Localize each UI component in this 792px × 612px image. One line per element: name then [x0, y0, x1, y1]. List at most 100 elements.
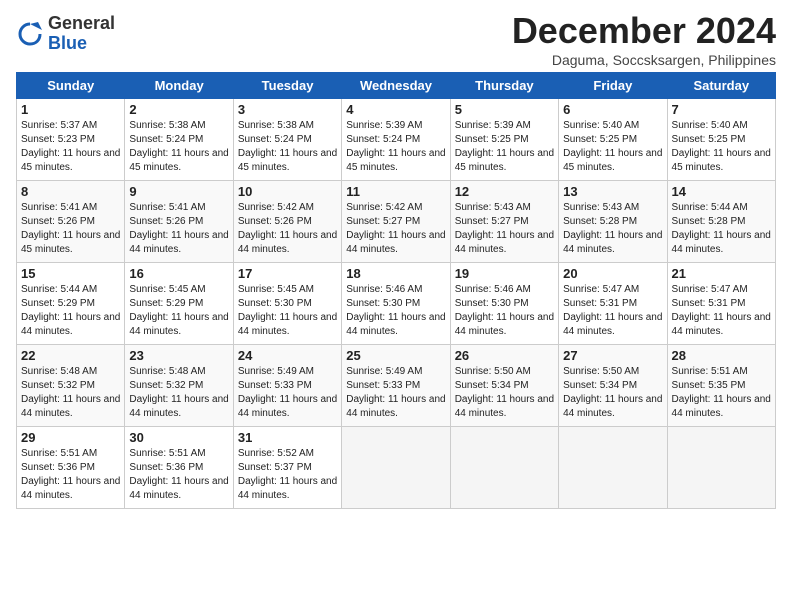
calendar-cell: 22 Sunrise: 5:48 AMSunset: 5:32 PMDayligh…: [17, 345, 125, 427]
calendar-cell: 5Sunrise: 5:39 AMSunset: 5:25 PMDaylight…: [450, 99, 558, 181]
cell-details: Sunrise: 5:44 AMSunset: 5:28 PMDaylight:…: [672, 201, 771, 257]
week-row-4: 22 Sunrise: 5:48 AMSunset: 5:32 PMDayligh…: [17, 345, 776, 427]
day-header-tuesday: Tuesday: [233, 73, 341, 99]
cell-details: Sunrise: 5:46 AMSunset: 5:30 PMDaylight:…: [455, 283, 554, 339]
cell-details: Sunrise: 5:42 AMSunset: 5:26 PMDaylight:…: [238, 201, 337, 257]
cell-details: Sunrise: 5:46 AMSunset: 5:30 PMDaylight:…: [346, 283, 445, 339]
cell-details: Sunrise: 5:40 AMSunset: 5:25 PMDaylight:…: [672, 119, 771, 175]
logo-general: General: [48, 13, 115, 33]
day-number: 1: [21, 102, 120, 117]
days-header-row: SundayMondayTuesdayWednesdayThursdayFrid…: [17, 73, 776, 99]
day-number: 26: [455, 348, 554, 363]
day-number: 29: [21, 430, 120, 445]
calendar-cell: 13 Sunrise: 5:43 AMSunset: 5:28 PMDayligh…: [559, 181, 667, 263]
calendar-cell: 14 Sunrise: 5:44 AMSunset: 5:28 PMDayligh…: [667, 181, 775, 263]
day-number: 13: [563, 184, 662, 199]
day-number: 25: [346, 348, 445, 363]
day-number: 23: [129, 348, 228, 363]
calendar-cell: 1 Sunrise: 5:37 AMSunset: 5:23 PMDaylight…: [17, 99, 125, 181]
cell-details: Sunrise: 5:47 AMSunset: 5:31 PMDaylight:…: [563, 283, 662, 339]
logo-icon: [16, 20, 44, 48]
cell-details: Sunrise: 5:48 AMSunset: 5:32 PMDaylight:…: [129, 365, 228, 421]
page: General Blue December 2024 Daguma, Soccs…: [0, 0, 792, 612]
cell-details: Sunrise: 5:39 AMSunset: 5:24 PMDaylight:…: [346, 119, 445, 175]
cell-details: Sunrise: 5:49 AMSunset: 5:33 PMDaylight:…: [238, 365, 337, 421]
day-number: 9: [129, 184, 228, 199]
week-row-5: 29 Sunrise: 5:51 AMSunset: 5:36 PMDayligh…: [17, 427, 776, 509]
cell-details: Sunrise: 5:51 AMSunset: 5:36 PMDaylight:…: [129, 447, 228, 503]
calendar-cell: [667, 427, 775, 509]
day-number: 4: [346, 102, 445, 117]
cell-details: Sunrise: 5:48 AMSunset: 5:32 PMDaylight:…: [21, 365, 120, 421]
day-number: 7: [672, 102, 771, 117]
cell-details: Sunrise: 5:45 AMSunset: 5:30 PMDaylight:…: [238, 283, 337, 339]
title-block: December 2024 Daguma, Soccsksargen, Phil…: [512, 10, 776, 68]
logo: General Blue: [16, 14, 115, 54]
day-number: 14: [672, 184, 771, 199]
calendar-cell: 24 Sunrise: 5:49 AMSunset: 5:33 PMDayligh…: [233, 345, 341, 427]
day-number: 15: [21, 266, 120, 281]
header: General Blue December 2024 Daguma, Soccs…: [16, 10, 776, 68]
calendar-cell: 12Sunrise: 5:43 AMSunset: 5:27 PMDayligh…: [450, 181, 558, 263]
day-header-wednesday: Wednesday: [342, 73, 450, 99]
day-number: 28: [672, 348, 771, 363]
cell-details: Sunrise: 5:44 AMSunset: 5:29 PMDaylight:…: [21, 283, 120, 339]
cell-details: Sunrise: 5:47 AMSunset: 5:31 PMDaylight:…: [672, 283, 771, 339]
week-row-2: 8Sunrise: 5:41 AMSunset: 5:26 PMDaylight…: [17, 181, 776, 263]
day-header-sunday: Sunday: [17, 73, 125, 99]
week-row-3: 15 Sunrise: 5:44 AMSunset: 5:29 PMDayligh…: [17, 263, 776, 345]
calendar-cell: 21 Sunrise: 5:47 AMSunset: 5:31 PMDayligh…: [667, 263, 775, 345]
calendar-table: SundayMondayTuesdayWednesdayThursdayFrid…: [16, 72, 776, 509]
calendar-cell: 17 Sunrise: 5:45 AMSunset: 5:30 PMDayligh…: [233, 263, 341, 345]
day-number: 20: [563, 266, 662, 281]
calendar-cell: 9Sunrise: 5:41 AMSunset: 5:26 PMDaylight…: [125, 181, 233, 263]
calendar-cell: 29Sunrise: 5:51 AMSunset: 5:36 PMDayligh…: [17, 427, 125, 509]
calendar-cell: 16Sunrise: 5:45 AMSunset: 5:29 PMDayligh…: [125, 263, 233, 345]
day-number: 21: [672, 266, 771, 281]
day-number: 5: [455, 102, 554, 117]
location: Daguma, Soccsksargen, Philippines: [512, 52, 776, 68]
month-title: December 2024: [512, 10, 776, 52]
calendar-cell: 18Sunrise: 5:46 AMSunset: 5:30 PMDayligh…: [342, 263, 450, 345]
day-number: 10: [238, 184, 337, 199]
cell-details: Sunrise: 5:38 AMSunset: 5:24 PMDaylight:…: [129, 119, 228, 175]
logo-text: General Blue: [48, 14, 115, 54]
day-header-friday: Friday: [559, 73, 667, 99]
cell-details: Sunrise: 5:52 AMSunset: 5:37 PMDaylight:…: [238, 447, 337, 503]
calendar-cell: [450, 427, 558, 509]
day-number: 30: [129, 430, 228, 445]
day-number: 19: [455, 266, 554, 281]
cell-details: Sunrise: 5:40 AMSunset: 5:25 PMDaylight:…: [563, 119, 662, 175]
day-header-thursday: Thursday: [450, 73, 558, 99]
day-number: 11: [346, 184, 445, 199]
day-number: 24: [238, 348, 337, 363]
calendar-cell: 25Sunrise: 5:49 AMSunset: 5:33 PMDayligh…: [342, 345, 450, 427]
calendar-cell: 20 Sunrise: 5:47 AMSunset: 5:31 PMDayligh…: [559, 263, 667, 345]
cell-details: Sunrise: 5:38 AMSunset: 5:24 PMDaylight:…: [238, 119, 337, 175]
calendar-cell: 26 Sunrise: 5:50 AMSunset: 5:34 PMDayligh…: [450, 345, 558, 427]
calendar-cell: 15 Sunrise: 5:44 AMSunset: 5:29 PMDayligh…: [17, 263, 125, 345]
day-number: 17: [238, 266, 337, 281]
calendar-cell: [342, 427, 450, 509]
calendar-cell: 2Sunrise: 5:38 AMSunset: 5:24 PMDaylight…: [125, 99, 233, 181]
calendar-cell: 27 Sunrise: 5:50 AMSunset: 5:34 PMDayligh…: [559, 345, 667, 427]
calendar-cell: 3 Sunrise: 5:38 AMSunset: 5:24 PMDaylight…: [233, 99, 341, 181]
calendar-cell: 19 Sunrise: 5:46 AMSunset: 5:30 PMDayligh…: [450, 263, 558, 345]
calendar-cell: 28Sunrise: 5:51 AMSunset: 5:35 PMDayligh…: [667, 345, 775, 427]
calendar-cell: 7 Sunrise: 5:40 AMSunset: 5:25 PMDaylight…: [667, 99, 775, 181]
calendar-cell: 8Sunrise: 5:41 AMSunset: 5:26 PMDaylight…: [17, 181, 125, 263]
logo-blue: Blue: [48, 33, 87, 53]
cell-details: Sunrise: 5:50 AMSunset: 5:34 PMDaylight:…: [455, 365, 554, 421]
day-number: 27: [563, 348, 662, 363]
day-header-saturday: Saturday: [667, 73, 775, 99]
cell-details: Sunrise: 5:50 AMSunset: 5:34 PMDaylight:…: [563, 365, 662, 421]
cell-details: Sunrise: 5:37 AMSunset: 5:23 PMDaylight:…: [21, 119, 120, 175]
calendar-cell: 10 Sunrise: 5:42 AMSunset: 5:26 PMDayligh…: [233, 181, 341, 263]
day-number: 22: [21, 348, 120, 363]
day-number: 16: [129, 266, 228, 281]
cell-details: Sunrise: 5:43 AMSunset: 5:27 PMDaylight:…: [455, 201, 554, 257]
cell-details: Sunrise: 5:43 AMSunset: 5:28 PMDaylight:…: [563, 201, 662, 257]
day-number: 3: [238, 102, 337, 117]
calendar-cell: 23 Sunrise: 5:48 AMSunset: 5:32 PMDayligh…: [125, 345, 233, 427]
calendar-cell: 4 Sunrise: 5:39 AMSunset: 5:24 PMDaylight…: [342, 99, 450, 181]
